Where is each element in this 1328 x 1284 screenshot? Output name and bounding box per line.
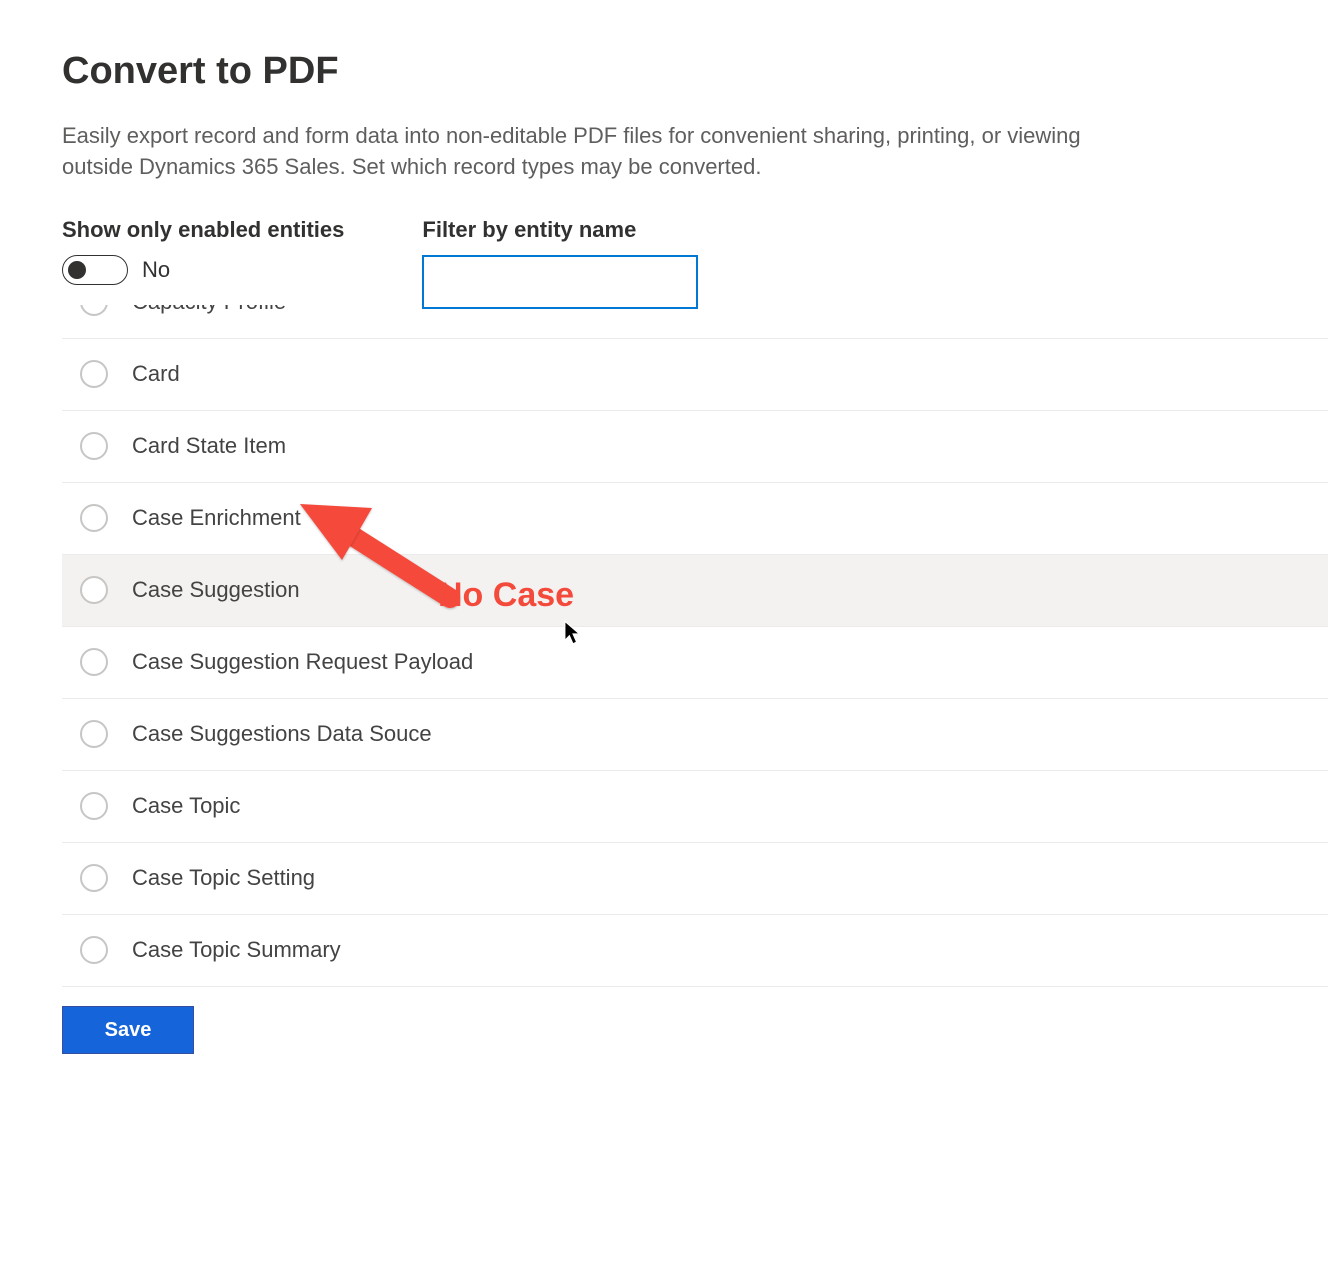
entity-label: Case Enrichment [132,505,301,531]
save-button[interactable]: Save [62,1006,194,1054]
entity-row[interactable]: Case Topic Setting [62,843,1328,915]
entity-row[interactable]: Case Suggestion [62,555,1328,627]
entity-radio[interactable] [80,864,108,892]
page-title: Convert to PDF [62,50,1328,93]
toggle-group: Show only enabled entities No [62,217,344,309]
entity-row[interactable]: Case Topic [62,771,1328,843]
entity-label: Card State Item [132,433,286,459]
entity-row[interactable]: Card [62,339,1328,411]
entity-radio[interactable] [80,360,108,388]
entity-radio[interactable] [80,504,108,532]
entity-radio[interactable] [80,720,108,748]
entity-label: Card [132,361,180,387]
filter-group: Filter by entity name [422,217,698,309]
entity-label: Case Suggestion [132,577,300,603]
entity-label: Case Topic Setting [132,865,315,891]
entity-row[interactable]: Case Suggestion Request Payload [62,627,1328,699]
filter-label: Filter by entity name [422,217,698,243]
toggle-label: Show only enabled entities [62,217,344,243]
entity-label: Capacity Profile [132,305,286,316]
entity-radio[interactable] [80,432,108,460]
page-description: Easily export record and form data into … [62,121,1092,183]
entity-list: Capacity Profile Card Card State Item Case … [62,305,1328,995]
toggle-state-text: No [142,257,170,283]
entity-row[interactable]: Case Enrichment [62,483,1328,555]
filter-entity-input[interactable] [422,255,698,309]
toggle-knob [68,261,86,279]
entity-label: Case Topic Summary [132,937,341,963]
entity-row[interactable]: Card State Item [62,411,1328,483]
entity-radio[interactable] [80,576,108,604]
show-enabled-toggle[interactable] [62,255,128,285]
entity-row[interactable]: Case Topic Summary [62,915,1328,987]
entity-label: Case Suggestions Data Souce [132,721,432,747]
entity-radio[interactable] [80,648,108,676]
entity-row[interactable]: Capacity Profile [62,305,1328,339]
entity-label: Case Suggestion Request Payload [132,649,473,675]
entity-radio[interactable] [80,305,108,317]
entity-radio[interactable] [80,792,108,820]
entity-row[interactable]: Case Suggestions Data Souce [62,699,1328,771]
entity-label: Case Topic [132,793,240,819]
entity-radio[interactable] [80,936,108,964]
